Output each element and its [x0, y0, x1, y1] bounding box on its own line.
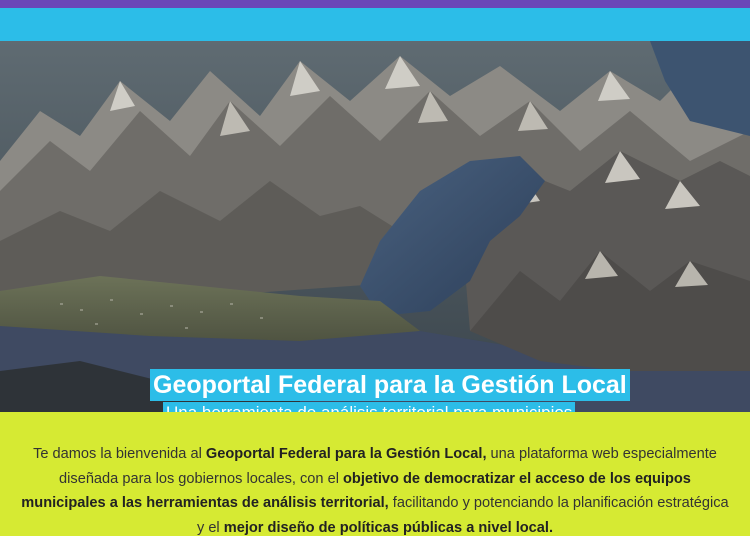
welcome-section: Te damos la bienvenida al Geoportal Fede… — [0, 412, 750, 536]
hero-title: Geoportal Federal para la Gestión Local — [150, 369, 630, 401]
welcome-bold-policies: mejor diseño de políticas públicas a niv… — [223, 519, 554, 536]
hero-subtitle: Una herramienta de análisis territorial … — [163, 402, 576, 412]
welcome-bold-geoportal: Geoportal Federal para la Gestión Local, — [205, 446, 487, 462]
hero-carousel[interactable]: Geoportal Federal para la Gestión Local … — [0, 41, 750, 412]
hero-mountain-image — [0, 41, 750, 412]
welcome-text-1: Te damos la bienvenida al — [33, 446, 206, 462]
top-nav-bar — [0, 8, 750, 41]
top-brand-bar — [0, 0, 750, 8]
